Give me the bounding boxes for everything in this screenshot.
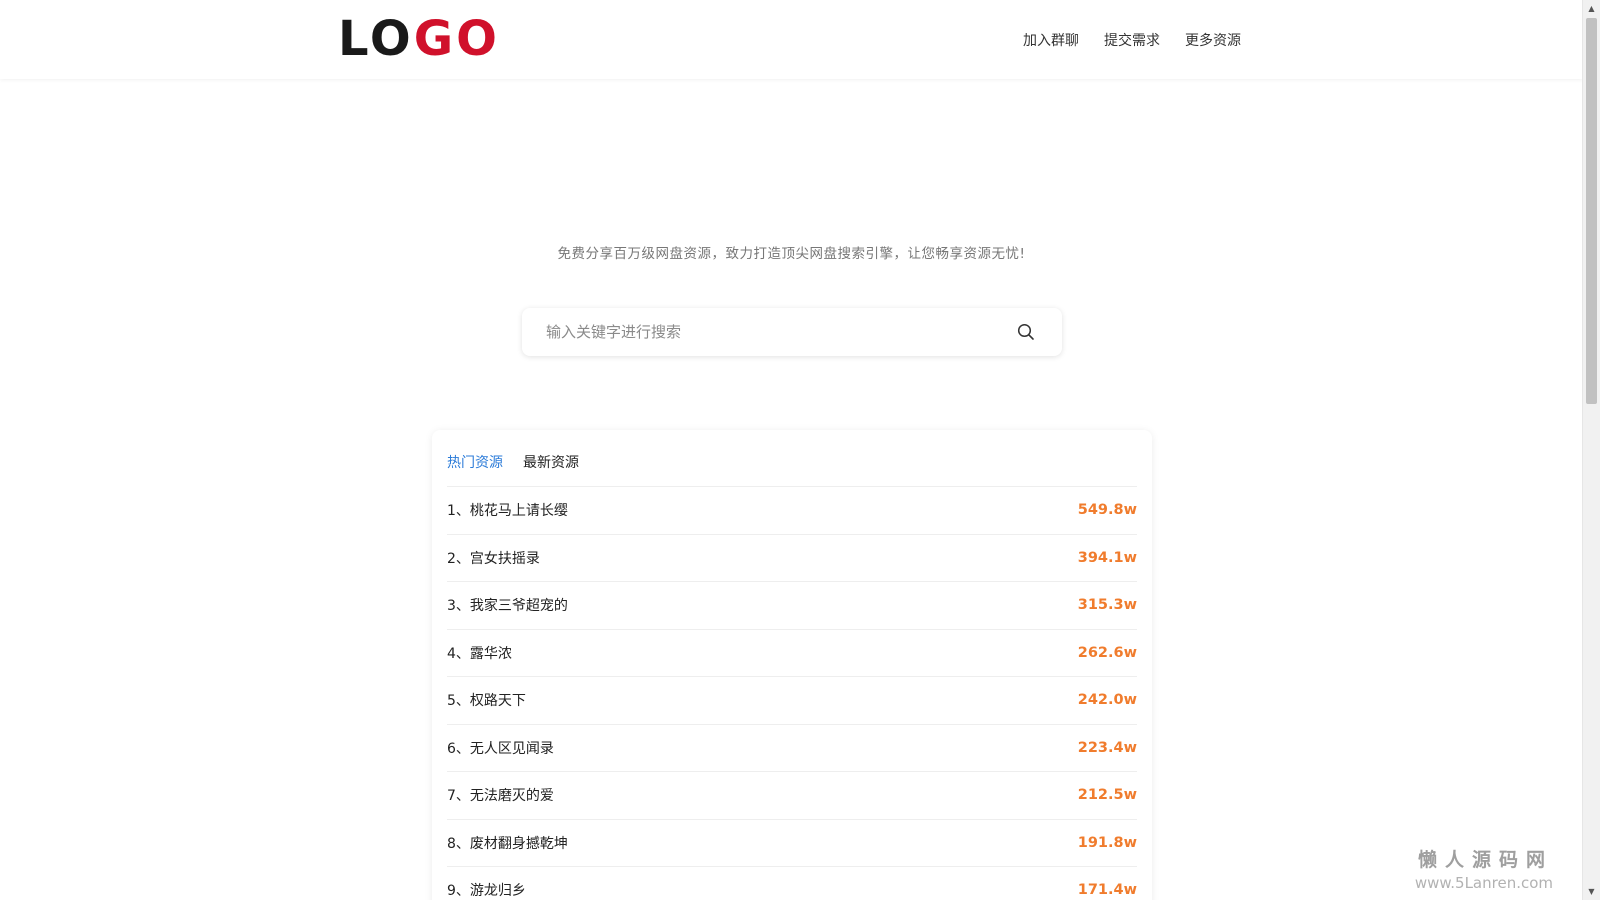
watermark-url: www.5Lanren.com [1414, 874, 1553, 892]
scroll-down-arrow-icon[interactable]: ▼ [1583, 883, 1600, 900]
item-title: 4、露华浓 [447, 645, 512, 662]
search-icon [1017, 323, 1034, 340]
resource-tabs: 热门资源 最新资源 [447, 452, 579, 472]
logo-text-dark: LO [338, 11, 414, 67]
resource-card: 热门资源 最新资源 1、桃花马上请长缨 549.8w 2、宫女扶摇录 394.1… [432, 430, 1152, 900]
list-item[interactable]: 4、露华浓 262.6w [447, 630, 1137, 677]
page: LO GO 加入群聊 提交需求 更多资源 免费分享百万级网盘资源，致力打造顶尖网盘… [0, 0, 1583, 900]
item-title: 1、桃花马上请长缨 [447, 503, 568, 520]
list-item[interactable]: 5、权路天下 242.0w [447, 677, 1137, 725]
item-count: 262.6w [1077, 644, 1137, 661]
item-count: 171.4w [1077, 882, 1137, 899]
site-header: LO GO 加入群聊 提交需求 更多资源 [0, 0, 1583, 79]
item-title: 3、我家三爷超宠的 [447, 598, 568, 615]
item-title: 2、宫女扶摇录 [447, 550, 540, 567]
item-title: 7、无法磨灭的爱 [447, 788, 554, 805]
nav-more-resources[interactable]: 更多资源 [1185, 30, 1241, 50]
nav-submit-request[interactable]: 提交需求 [1104, 30, 1160, 50]
search-box [522, 307, 1062, 357]
list-item[interactable]: 6、无人区见闻录 223.4w [447, 725, 1137, 772]
item-count: 223.4w [1077, 739, 1137, 756]
list-item[interactable]: 2、宫女扶摇录 394.1w [447, 535, 1137, 582]
item-count: 315.3w [1077, 597, 1137, 614]
watermark-cn: 懒人源码网 [1417, 849, 1553, 871]
scroll-thumb[interactable] [1586, 18, 1597, 404]
list-item[interactable]: 9、游龙归乡 171.4w [447, 867, 1137, 900]
watermark: 懒人源码网 www.5Lanren.com [1415, 845, 1553, 892]
scroll-up-arrow-icon[interactable]: ▲ [1583, 0, 1600, 17]
search-button[interactable] [1002, 308, 1050, 356]
item-count: 394.1w [1077, 549, 1137, 566]
tab-hot-resources[interactable]: 热门资源 [447, 452, 503, 472]
list-item[interactable]: 3、我家三爷超宠的 315.3w [447, 582, 1137, 630]
list-item[interactable]: 8、废材翻身撼乾坤 191.8w [447, 820, 1137, 867]
nav-join-group[interactable]: 加入群聊 [1023, 30, 1079, 50]
vertical-scrollbar[interactable]: ▲ ▼ [1582, 0, 1600, 900]
item-count: 212.5w [1077, 787, 1137, 804]
item-title: 5、权路天下 [447, 693, 526, 710]
item-count: 549.8w [1077, 502, 1137, 519]
item-count: 191.8w [1077, 834, 1137, 851]
site-logo[interactable]: LO GO [338, 14, 500, 64]
item-title: 6、无人区见闻录 [447, 740, 554, 757]
item-count: 242.0w [1077, 692, 1137, 709]
item-title: 9、游龙归乡 [447, 883, 526, 900]
list-item[interactable]: 1、桃花马上请长缨 549.8w [447, 487, 1137, 535]
logo-text-red: GO [413, 11, 500, 67]
item-title: 8、废材翻身撼乾坤 [447, 835, 568, 852]
search-input[interactable] [522, 307, 1002, 357]
hot-resource-list: 1、桃花马上请长缨 549.8w 2、宫女扶摇录 394.1w 3、我家三爷超宠… [447, 487, 1137, 900]
top-nav: 加入群聊 提交需求 更多资源 [1023, 30, 1241, 50]
hero-tagline: 免费分享百万级网盘资源，致力打造顶尖网盘搜索引擎，让您畅享资源无忧! [557, 246, 1026, 262]
tab-latest-resources[interactable]: 最新资源 [523, 452, 579, 472]
list-item[interactable]: 7、无法磨灭的爱 212.5w [447, 772, 1137, 820]
